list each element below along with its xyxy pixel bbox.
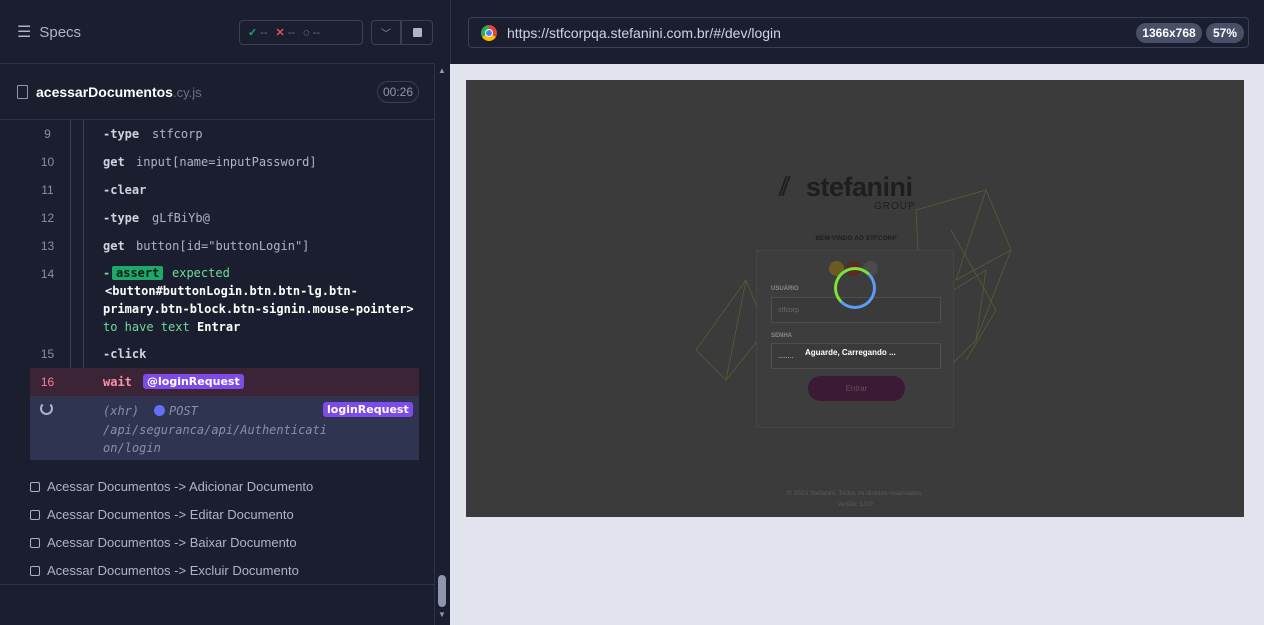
spec-file-name[interactable]: acessarDocumentos.cy.js bbox=[17, 84, 202, 100]
viewport-badge: 1366x768 bbox=[1136, 23, 1202, 43]
checkbox-icon bbox=[30, 481, 40, 492]
command-row[interactable]: 11 -clear bbox=[30, 176, 419, 204]
stats-bar: ✓ -- ✕ -- ◌ -- bbox=[239, 20, 363, 45]
assert-row[interactable]: 14 - assert expected <button#buttonLogin… bbox=[30, 260, 419, 340]
document-icon bbox=[17, 85, 28, 99]
check-icon: ✓ bbox=[248, 27, 258, 39]
stop-icon bbox=[412, 28, 422, 37]
scrollbar-thumb[interactable] bbox=[438, 575, 446, 607]
assert-tag: assert bbox=[112, 266, 164, 280]
test-item[interactable]: Acessar Documentos -> Editar Documento bbox=[30, 507, 294, 522]
browser-toolbar: https://stfcorpqa.stefanini.com.br/#/dev… bbox=[450, 0, 1264, 64]
version-text: Versão: 1.0.0 bbox=[837, 502, 873, 508]
scrollbar[interactable]: ▲ ▼ bbox=[434, 64, 450, 625]
footer-text: © 2023 Stefanini. Todos os direitos rese… bbox=[786, 490, 924, 497]
password-label: SENHA bbox=[771, 333, 793, 339]
url-bar[interactable]: https://stfcorpqa.stefanini.com.br/#/dev… bbox=[468, 17, 1249, 48]
spinner-icon: ◌ bbox=[303, 26, 310, 39]
command-row[interactable]: 15 -click bbox=[30, 340, 419, 368]
pending-stat: ◌ -- bbox=[303, 26, 320, 39]
duration-badge: 00:26 bbox=[377, 81, 419, 103]
specs-header: ☰ Specs ✓ -- ✕ -- ◌ -- ﹀ bbox=[0, 0, 434, 64]
menu-icon: ☰ bbox=[17, 24, 32, 41]
loading-spinner-icon bbox=[40, 402, 53, 415]
command-row[interactable]: 9 -type stfcorp bbox=[30, 120, 419, 148]
chrome-icon bbox=[481, 24, 497, 41]
status-dot-icon bbox=[154, 405, 165, 416]
command-row[interactable]: 12 -type gLfBiYb@ bbox=[30, 204, 419, 232]
failed-command-row[interactable]: 16 wait @loginRequest bbox=[30, 368, 419, 396]
alias-tag: loginRequest bbox=[323, 402, 413, 417]
welcome-text: BEM-VINDO AO STFCORP bbox=[815, 235, 897, 242]
x-icon: ✕ bbox=[275, 27, 285, 39]
test-item[interactable]: Acessar Documentos -> Baixar Documento bbox=[30, 535, 297, 550]
specs-title: Specs bbox=[39, 23, 82, 41]
alias-tag: @loginRequest bbox=[143, 374, 244, 389]
xhr-request-row[interactable]: (xhr) POST loginRequest /api/seguranca/a… bbox=[30, 396, 419, 460]
loading-spinner-icon bbox=[834, 267, 876, 309]
app-under-test: stefanini GROUP BEM-VINDO AO STFCORP USU… bbox=[466, 80, 1244, 517]
stop-button[interactable] bbox=[401, 20, 433, 45]
passed-stat: ✓ -- bbox=[248, 26, 268, 40]
scroll-down-icon[interactable]: ▼ bbox=[438, 610, 446, 619]
scroll-up-icon[interactable]: ▲ bbox=[438, 66, 446, 75]
failed-stat: ✕ -- bbox=[275, 26, 296, 40]
test-item[interactable]: Acessar Documentos -> Adicionar Document… bbox=[30, 479, 313, 494]
chevron-down-icon: ﹀ bbox=[381, 29, 391, 40]
user-label: USUÁRIO bbox=[771, 286, 799, 292]
checkbox-icon bbox=[30, 509, 40, 520]
url-text: https://stfcorpqa.stefanini.com.br/#/dev… bbox=[507, 24, 781, 41]
spec-file-row: acessarDocumentos.cy.js bbox=[0, 65, 434, 120]
command-row[interactable]: 13 get button[id="buttonLogin"] bbox=[30, 232, 419, 260]
chevron-down-button[interactable]: ﹀ bbox=[371, 20, 401, 45]
command-log: 9 -type stfcorp 10 get input[name=inputP… bbox=[30, 120, 419, 460]
checkbox-icon bbox=[30, 565, 40, 576]
loading-text: Aguarde, Carregando ... bbox=[805, 348, 896, 357]
test-item[interactable]: Acessar Documentos -> Excluir Documento bbox=[30, 563, 299, 578]
aut-panel: https://stfcorpqa.stefanini.com.br/#/dev… bbox=[450, 0, 1264, 625]
submit-button[interactable]: Entrar bbox=[808, 376, 905, 401]
specs-toggle[interactable]: ☰ Specs bbox=[17, 22, 81, 42]
reporter-panel: ☰ Specs ✓ -- ✕ -- ◌ -- ﹀ acessarDocumentos.… bbox=[0, 0, 434, 625]
checkbox-icon bbox=[30, 537, 40, 548]
command-row[interactable]: 10 get input[name=inputPassword] bbox=[30, 148, 419, 176]
zoom-badge: 57% bbox=[1206, 23, 1244, 43]
